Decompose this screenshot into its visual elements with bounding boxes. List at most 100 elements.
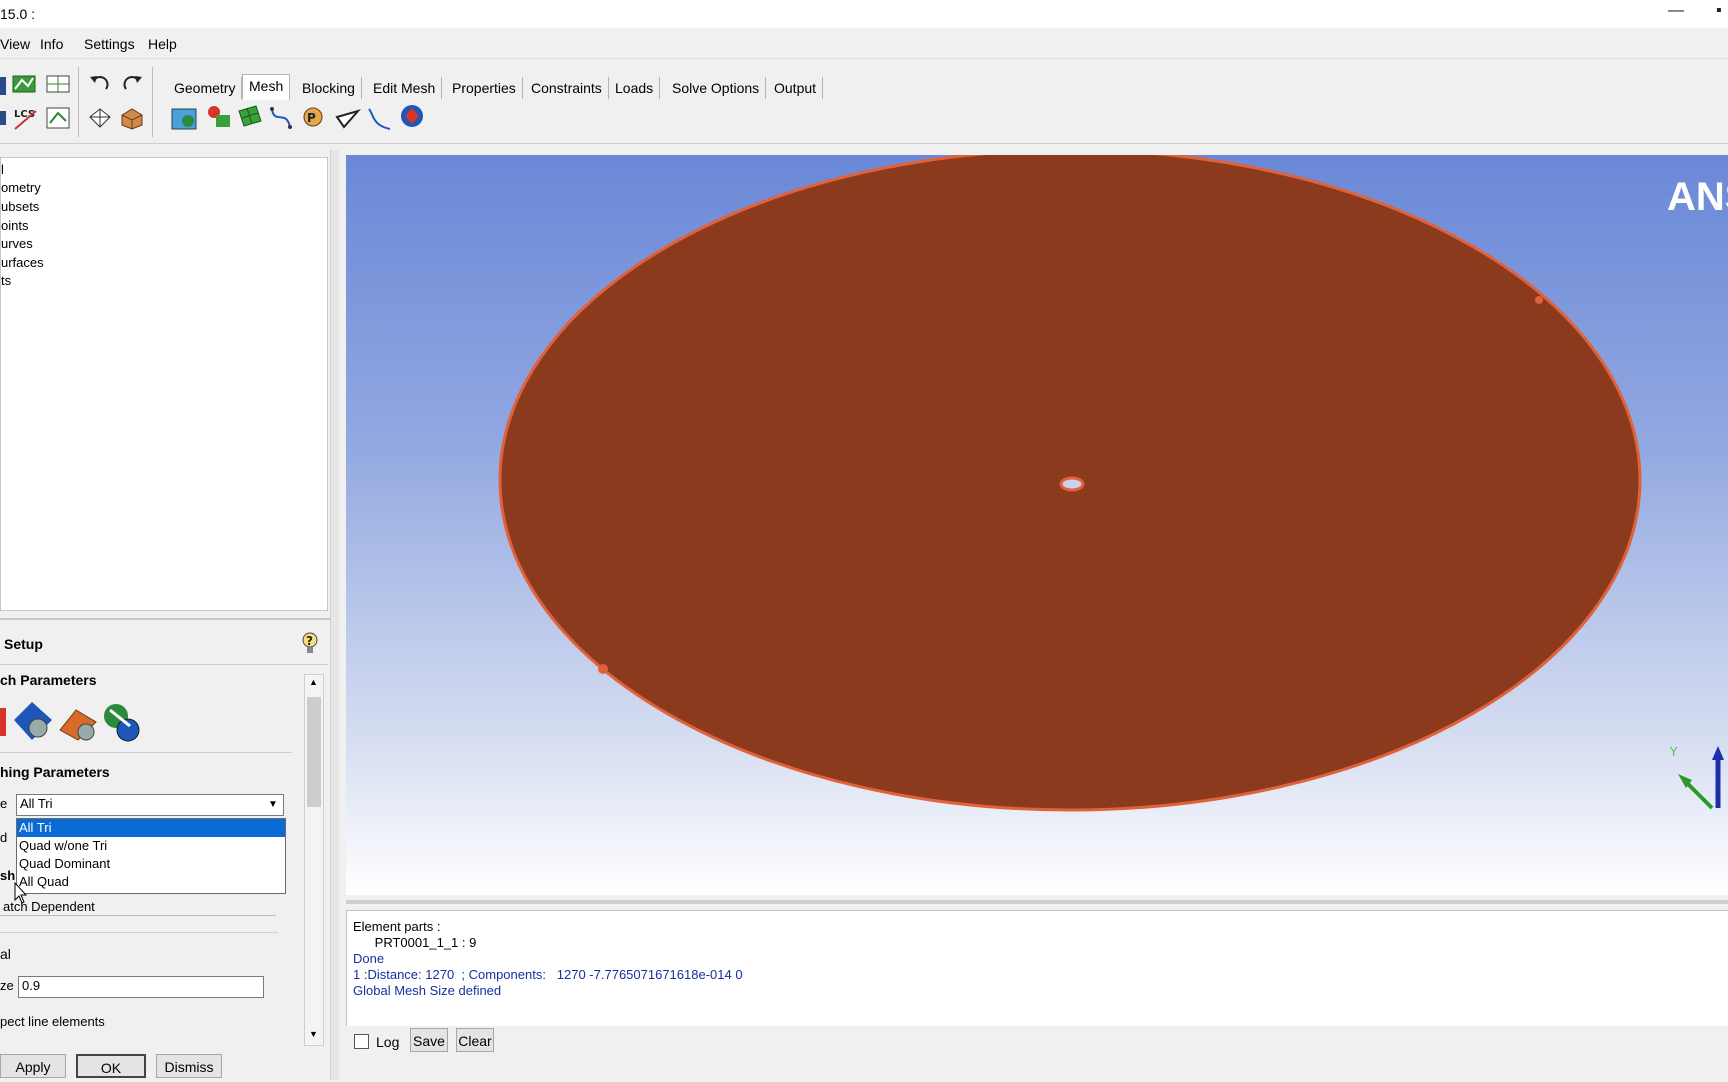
mesh-type-value: All Tri	[20, 796, 53, 811]
axis-triad-icon: Y	[1669, 745, 1724, 810]
log-label[interactable]: Log	[376, 1034, 399, 1050]
menu-view[interactable]: View	[0, 36, 30, 52]
panel-scrollbar[interactable]: ▲ ▼	[304, 674, 324, 1046]
minimize-button[interactable]: —	[1668, 2, 1684, 20]
message-line: Element parts :	[353, 919, 441, 934]
surface-mesh-setup-icon[interactable]	[236, 103, 264, 129]
message-line: PRT0001_1_1 : 9	[353, 935, 477, 950]
title-bar: 15.0 : — ▪	[0, 0, 1728, 28]
tree-item-geometry[interactable]: ometry	[1, 180, 41, 195]
svg-text:?: ?	[306, 634, 313, 648]
create-periodic-icon[interactable]: P	[300, 105, 328, 131]
log-checkbox[interactable]	[354, 1034, 369, 1049]
help-icon[interactable]: ?	[301, 632, 319, 656]
mesh-density-icon[interactable]	[334, 105, 362, 131]
tree-item-points[interactable]: oints	[1, 218, 28, 233]
message-line: 1 :Distance: 1270 ; Components: 1270 -7.…	[353, 967, 743, 982]
model-view	[498, 155, 1642, 812]
ok-button[interactable]: OK	[76, 1054, 146, 1078]
tab-mesh[interactable]: Mesh	[242, 74, 291, 100]
option-all-quad[interactable]: All Quad	[17, 873, 285, 891]
mesh-type-dropdown[interactable]: All Tri Quad w/one Tri Quad Dominant All…	[16, 818, 286, 894]
part-mesh-setup-icon[interactable]	[204, 103, 232, 129]
axis-y-label: Y	[1669, 745, 1678, 759]
tree-item-root[interactable]: l	[1, 162, 4, 177]
solid-icon[interactable]	[118, 105, 146, 131]
tab-solve-options[interactable]: Solve Options	[666, 77, 767, 99]
dismiss-button[interactable]: Dismiss	[156, 1054, 222, 1078]
section-mesh-parameters: ch Parameters	[0, 672, 97, 688]
option-quad-one-tri[interactable]: Quad w/one Tri	[17, 837, 285, 855]
divider	[0, 932, 278, 933]
center-hole	[1059, 476, 1085, 492]
close-button[interactable]: ▪	[1716, 2, 1722, 20]
edge-point	[1535, 296, 1543, 304]
section-shell-meshing-parameters: hing Parameters	[0, 764, 110, 780]
window-title: 15.0 :	[0, 6, 36, 22]
toolbar-separator	[78, 67, 79, 137]
toolbar: LCS P	[0, 59, 1728, 144]
scroll-down-icon[interactable]: ▼	[309, 1029, 318, 1039]
open-geometry-icon[interactable]	[10, 71, 38, 97]
global-mesh-setup-panel: Setup ? ch Parameters hing Parameters e …	[0, 618, 330, 1082]
toolbar-separator	[152, 67, 153, 137]
tab-blocking[interactable]: Blocking	[296, 77, 362, 99]
tab-loads[interactable]: Loads	[609, 77, 661, 99]
tab-constraints[interactable]: Constraints	[525, 77, 609, 99]
apply-button[interactable]: Apply	[0, 1054, 66, 1078]
tree-item-surfaces[interactable]: urfaces	[1, 255, 44, 270]
divider	[0, 664, 328, 665]
view-icon[interactable]	[44, 105, 72, 131]
tab-edit-mesh[interactable]: Edit Mesh	[367, 77, 443, 99]
periodicity-icon[interactable]	[100, 700, 144, 744]
mesh-method-label: d	[0, 830, 8, 845]
brand-logo: ANS	[1667, 175, 1728, 219]
connectors-icon[interactable]	[366, 105, 394, 131]
section-mesh-method: sh	[0, 868, 16, 883]
tree-item-curves[interactable]: urves	[1, 236, 33, 251]
edge-point	[598, 664, 608, 674]
curve-mesh-setup-icon[interactable]	[268, 105, 296, 131]
mouse-cursor-icon	[14, 882, 28, 904]
redo-icon[interactable]	[118, 71, 146, 97]
tab-properties[interactable]: Properties	[446, 77, 523, 99]
panel-splitter[interactable]	[330, 150, 339, 1080]
chevron-down-icon[interactable]: ▼	[265, 796, 281, 814]
compute-mesh-icon[interactable]	[398, 103, 426, 129]
menu-info[interactable]: Info	[40, 36, 63, 52]
shade-icon[interactable]	[86, 105, 114, 131]
message-toolbar: Log Save Clear	[346, 1026, 1728, 1080]
size-input[interactable]: 0.9	[18, 976, 264, 998]
scroll-up-icon[interactable]: ▲	[309, 677, 318, 687]
scrollbar-thumb[interactable]	[307, 697, 321, 807]
graphics-viewport[interactable]	[346, 155, 1728, 895]
menu-settings[interactable]: Settings	[84, 36, 135, 52]
option-quad-dominant[interactable]: Quad Dominant	[17, 855, 285, 873]
message-line: Global Mesh Size defined	[353, 983, 502, 998]
global-params-icon[interactable]	[0, 702, 8, 742]
tab-geometry[interactable]: Geometry	[168, 77, 243, 99]
message-splitter[interactable]	[346, 900, 1728, 904]
size-label: ze	[0, 978, 14, 993]
undo-icon[interactable]	[86, 71, 114, 97]
mesh-type-select[interactable]: All Tri ▼	[16, 794, 284, 816]
mesh-method-select[interactable]: atch Dependent	[0, 898, 276, 916]
tab-output[interactable]: Output	[768, 77, 824, 99]
volume-params-icon[interactable]	[10, 700, 54, 744]
message-window: Element parts : PRT0001_1_1 : 9 Done 1 :…	[346, 910, 1728, 1027]
global-mesh-setup-icon[interactable]	[170, 105, 198, 131]
tree-item-subsets[interactable]: ubsets	[1, 199, 39, 214]
size-value: 0.9	[22, 978, 41, 993]
clear-log-button[interactable]: Clear	[456, 1028, 494, 1052]
option-all-tri[interactable]: All Tri	[17, 819, 285, 837]
open-mesh-icon[interactable]	[44, 71, 72, 97]
message-line: Done	[353, 951, 385, 966]
menu-help[interactable]: Help	[148, 36, 177, 52]
measure-icon[interactable]: LCS	[12, 105, 40, 131]
tree-item-parts[interactable]: ts	[1, 273, 11, 288]
panel-title: Setup	[4, 636, 43, 652]
save-log-button[interactable]: Save	[410, 1028, 448, 1052]
model-tree: l ometry ubsets oints urves urfaces ts	[0, 157, 328, 611]
prism-params-icon[interactable]	[56, 700, 100, 744]
respect-line-elements-label[interactable]: pect line elements	[0, 1014, 105, 1029]
